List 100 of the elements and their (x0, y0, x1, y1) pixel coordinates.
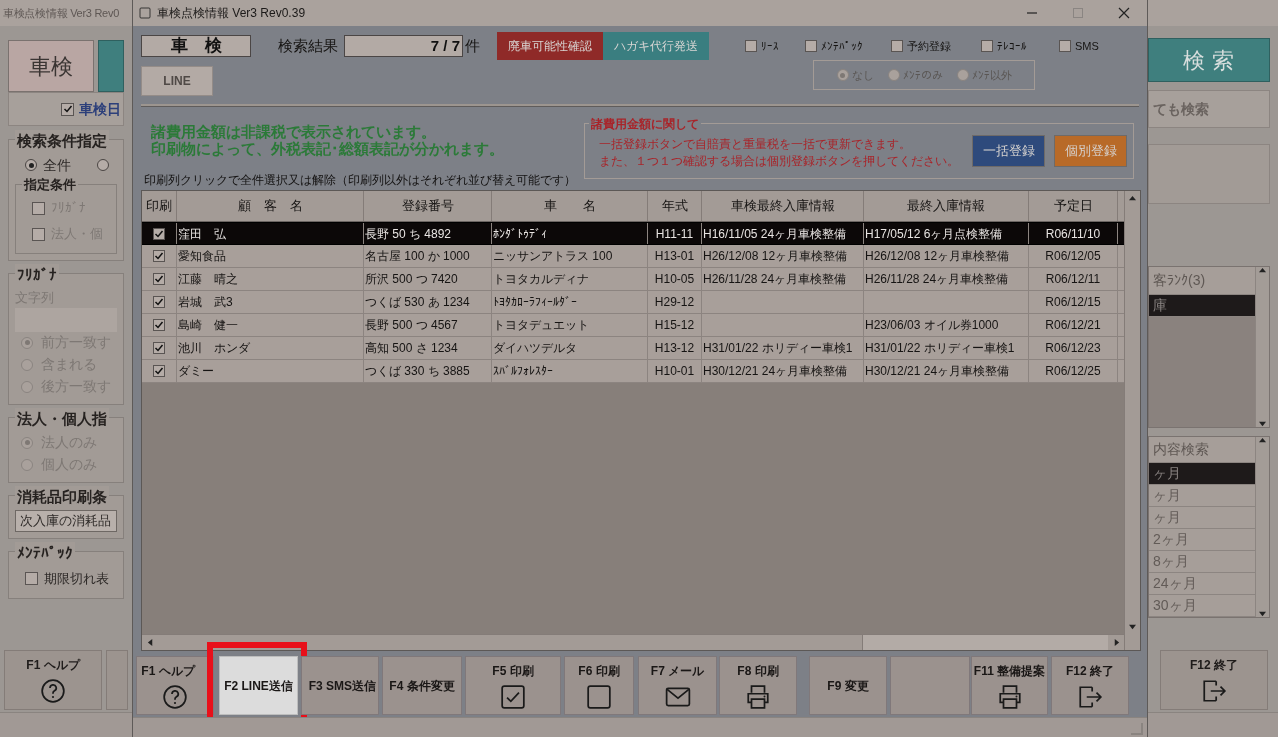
table-row[interactable]: 窪田 弘 長野 50 ち 4892 ﾎﾝﾀﾞﾄｩﾃﾞｨ H11-11 H16/11/05 24ヶ月車検整備 H17/05/12 6ヶ月点検整備 R06/11/10 (142, 222, 1124, 245)
option-label: ても検索 (1153, 99, 1209, 119)
printer-icon (996, 683, 1023, 710)
function-key[interactable]: F6 印刷 (564, 656, 634, 715)
list-item[interactable]: ヶ月 (1149, 463, 1255, 485)
vertical-scrollbar[interactable] (1124, 191, 1140, 650)
scroll-up-arrow[interactable] (1259, 267, 1266, 274)
table-cell: H31/01/22 ホリディー車検1 (702, 337, 864, 359)
scroll-down-arrow[interactable] (1129, 623, 1136, 630)
table-cell: H26/12/08 12ヶ月車検整備 (864, 245, 1029, 267)
column-header[interactable]: 車検最終入庫情報 (702, 191, 864, 221)
maximize-icon (1072, 7, 1084, 19)
function-key[interactable]: F12 終了 (1160, 650, 1268, 710)
checkbox[interactable] (1059, 40, 1071, 52)
group-title: 指定条件 (22, 175, 78, 195)
table-cell: R06/12/11 (1029, 268, 1118, 290)
checkbox[interactable] (891, 40, 903, 52)
column-header[interactable]: 年式 (648, 191, 702, 221)
exit-icon (1201, 678, 1227, 704)
table-cell: ｽﾊﾞﾙﾌｫﾚｽﾀｰ (492, 360, 648, 382)
radio-button[interactable] (97, 159, 109, 171)
scrollbar[interactable] (1255, 267, 1269, 427)
table-cell: 島崎 健一 (177, 314, 364, 336)
checkbox[interactable] (981, 40, 993, 52)
radio-label: 全件 (43, 155, 71, 175)
group-title: 諸費用金額に関して (589, 115, 701, 133)
register-button[interactable]: 一括登録 (972, 135, 1045, 167)
function-key[interactable]: F11 整備提案 (971, 656, 1048, 715)
table-row[interactable]: 愛知食品 名古屋 100 か 1000 ニッサンアトラス 100 H13-01 H26/12/08 12ヶ月車検整備 H26/12/08 12ヶ月車検整備 R06/12/05 (142, 245, 1124, 268)
radio-button[interactable] (25, 159, 37, 171)
function-key[interactable]: F5 印刷 (465, 656, 561, 715)
checkbox[interactable] (61, 102, 74, 116)
table-row[interactable]: ダミー つくば 330 ち 3885 ｽﾊﾞﾙﾌｫﾚｽﾀｰ H10-01 H30/12/21 24ヶ月車検整備 H30/12/21 24ヶ月車検整備 R06/12/25 (142, 360, 1124, 383)
help-icon (40, 678, 66, 704)
table-row[interactable]: 岩城 武3 つくば 530 あ 1234 ﾄﾖﾀｶﾛｰﾗﾌｨｰﾙﾀﾞｰ H29-12 R06/12/15 (142, 291, 1124, 314)
scrollbar[interactable] (1255, 437, 1269, 617)
column-header[interactable]: 登録番号 (364, 191, 492, 221)
group-title: 消耗品印刷条 (15, 485, 109, 508)
scroll-down-arrow[interactable] (1259, 610, 1266, 617)
checkbox-label: ﾘｰｽ (761, 38, 779, 54)
function-key[interactable]: F2 LINE送信 (219, 656, 298, 715)
checkbox-icon (500, 683, 526, 710)
checkbox[interactable] (805, 40, 817, 52)
tab[interactable]: 車検 (8, 40, 94, 92)
table-cell: 江藤 晴之 (177, 268, 364, 290)
list-header: 内容検索 (1149, 437, 1255, 463)
function-key[interactable]: F12 終了 (1051, 656, 1129, 715)
column-header[interactable]: 車 名 (492, 191, 648, 221)
scroll-down-arrow[interactable] (1259, 420, 1266, 427)
checkbox[interactable] (153, 365, 165, 377)
table-cell: H15-12 (648, 314, 702, 336)
horizontal-scrollbar[interactable] (142, 634, 1124, 650)
checkbox-label: 期限切れ表 (44, 569, 109, 588)
notice-text: 諸費用金額は非課税で表示されています。 (151, 123, 437, 140)
table-cell: 窪田 弘 (177, 223, 364, 244)
function-key[interactable]: F1 ヘルプ (4, 650, 102, 710)
scroll-left-arrow[interactable] (146, 639, 154, 646)
table-cell: R06/12/05 (1029, 245, 1118, 267)
search-button[interactable]: 検 索 (1148, 38, 1270, 82)
function-key[interactable]: F3 SMS送信 (301, 656, 379, 715)
line-button[interactable]: LINE (141, 66, 213, 96)
table-row[interactable]: 池川 ホンダ 高知 500 さ 1234 ダイハツデルタ H13-12 H31/01/22 ホリディー車検1 H31/01/22 ホリディー車検1 R06/12/23 (142, 337, 1124, 360)
checkbox-label: 予約登録 (907, 38, 951, 54)
action-button[interactable]: ハガキ代行発送 (603, 32, 709, 60)
result-count-field: 7 / 7 (344, 35, 463, 57)
function-key[interactable]: F8 印刷 (719, 656, 797, 715)
checkbox[interactable] (153, 250, 165, 262)
checkbox[interactable] (25, 572, 38, 585)
checkbox[interactable] (153, 296, 165, 308)
exit-icon (1077, 683, 1103, 710)
column-header[interactable]: 予定日 (1029, 191, 1118, 221)
checkbox[interactable] (153, 342, 165, 354)
notice-text: 印刷物によって、外税表記･総額表記が分かれます。 (151, 140, 505, 157)
table-cell: 長野 500 つ 4567 (364, 314, 492, 336)
window-title: 車検点検情報 Ver3 Rev0.39 (157, 5, 306, 22)
table-cell: H10-05 (648, 268, 702, 290)
table-row[interactable]: 江藤 晴之 所沢 500 つ 7420 トヨタカルディナ H10-05 H26/11/28 24ヶ月車検整備 H26/11/28 24ヶ月車検整備 R06/12/11 (142, 268, 1124, 291)
list-item[interactable]: 庫 (1149, 295, 1255, 317)
scroll-right-arrow[interactable] (1112, 639, 1120, 646)
checkbox[interactable] (153, 319, 165, 331)
column-header[interactable]: 最終入庫情報 (864, 191, 1029, 221)
scroll-up-arrow[interactable] (1259, 437, 1266, 444)
window-icon (139, 7, 151, 19)
scroll-thumb[interactable] (862, 635, 1108, 650)
checkbox[interactable] (153, 273, 165, 285)
table-cell: H30/12/21 24ヶ月車検整備 (864, 360, 1029, 382)
function-key[interactable]: F4 条件変更 (382, 656, 462, 715)
function-key[interactable]: F7 メール (638, 656, 717, 715)
function-key[interactable]: F1 ヘルプ (136, 656, 214, 715)
table-row[interactable]: 島崎 健一 長野 500 つ 4567 トヨタデュエット H15-12 H23/06/03 オイル券1000 R06/12/21 (142, 314, 1124, 337)
checkbox[interactable] (153, 227, 165, 240)
function-key[interactable]: F9 変更 (809, 656, 887, 715)
dropdown[interactable]: 次入庫の消耗品 (15, 509, 117, 532)
scroll-up-arrow[interactable] (1129, 195, 1136, 202)
column-header[interactable]: 顧 客 名 (177, 191, 364, 221)
table-cell: つくば 330 ち 3885 (364, 360, 492, 382)
checkbox[interactable] (745, 40, 757, 52)
table-cell: トヨタデュエット (492, 314, 648, 336)
action-button[interactable]: 廃車可能性確認 (497, 32, 603, 60)
column-header[interactable]: 印刷 (142, 191, 177, 221)
